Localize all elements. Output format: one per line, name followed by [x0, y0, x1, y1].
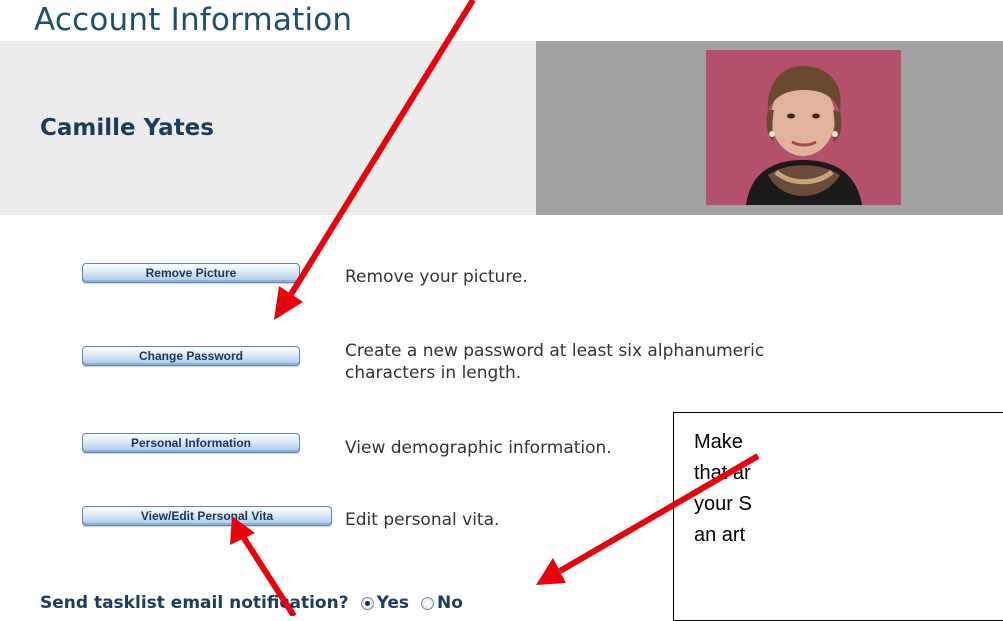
notification-no-radio[interactable] — [420, 596, 434, 610]
change-password-description-line1: Create a new password at least six alpha… — [345, 341, 765, 361]
annotation-callout: Make that ar your S an art — [673, 412, 1003, 621]
change-password-description: Create a new password at least six alpha… — [345, 340, 764, 384]
notification-yes-label[interactable]: Yes — [377, 593, 409, 613]
page-title: Account Information — [34, 2, 353, 38]
notification-yes-radio[interactable] — [360, 596, 374, 610]
personal-vita-description: Edit personal vita. — [345, 510, 500, 530]
email-notification-label: Send tasklist email notification? — [40, 593, 349, 613]
profile-panel: Camille Yates — [0, 41, 536, 215]
change-password-description-line2: characters in length. — [345, 363, 522, 383]
user-name: Camille Yates — [40, 115, 214, 141]
change-password-button[interactable]: Change Password — [82, 346, 300, 366]
callout-line-3: your S — [694, 493, 752, 515]
email-notification-row: Send tasklist email notification? Yes No — [40, 592, 463, 614]
personal-information-description: View demographic information. — [345, 438, 612, 458]
notification-no-label[interactable]: No — [437, 593, 463, 613]
remove-picture-button[interactable]: Remove Picture — [82, 263, 300, 283]
photo-panel — [536, 41, 1003, 215]
callout-line-4: an art — [694, 524, 746, 546]
callout-line-1: Make — [694, 431, 743, 453]
personal-information-button[interactable]: Personal Information — [82, 433, 300, 453]
profile-photo — [706, 50, 901, 205]
remove-picture-description: Remove your picture. — [345, 267, 528, 287]
callout-line-2: that ar — [694, 462, 751, 484]
view-edit-personal-vita-button[interactable]: View/Edit Personal Vita — [82, 506, 332, 526]
